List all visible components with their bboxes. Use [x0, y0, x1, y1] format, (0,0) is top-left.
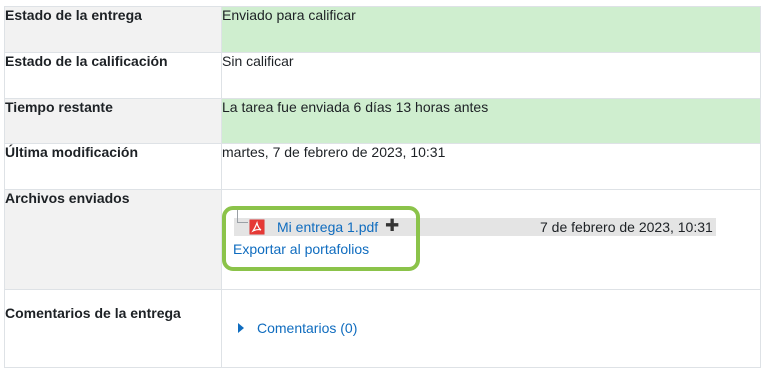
value-time-remaining: La tarea fue enviada 6 días 13 horas ant… [221, 98, 761, 144]
value-submission-comments: Comentarios (0) [221, 289, 761, 368]
row-time-remaining: Tiempo restante La tarea fue enviada 6 d… [4, 98, 761, 144]
comments-area: Comentarios (0) [222, 290, 760, 367]
row-submission-status: Estado de la entrega Enviado para califi… [4, 6, 761, 53]
caret-right-icon[interactable] [238, 323, 244, 333]
row-submitted-files: Archivos enviados Mi entrega 1.pdf ✚ 7 d… [4, 189, 761, 290]
value-grading-status: Sin calificar [221, 52, 761, 99]
label-time-remaining: Tiempo restante [4, 98, 222, 144]
label-grading-status: Estado de la calificación [4, 52, 222, 99]
value-submission-status: Enviado para calificar [221, 6, 761, 53]
row-grading-status: Estado de la calificación Sin calificar [4, 52, 761, 99]
plus-icon[interactable]: ✚ [385, 217, 399, 235]
row-last-modified: Última modificación martes, 7 de febrero… [4, 143, 761, 190]
comments-link[interactable]: Comentarios (0) [257, 319, 357, 337]
file-tree: Mi entrega 1.pdf ✚ 7 de febrero de 2023,… [222, 190, 760, 289]
row-submission-comments: Comentarios de la entrega Comentarios (0… [4, 289, 761, 368]
value-last-modified: martes, 7 de febrero de 2023, 10:31 [221, 143, 761, 190]
label-submission-comments: Comentarios de la entrega [4, 289, 222, 368]
export-portfolio-link[interactable]: Exportar al portafolios [233, 240, 369, 258]
file-date: 7 de febrero de 2023, 10:31 [540, 219, 713, 235]
label-submitted-files: Archivos enviados [4, 189, 222, 290]
label-submission-status: Estado de la entrega [4, 6, 222, 53]
submission-status-table: Estado de la entrega Enviado para califi… [4, 6, 761, 368]
tree-connector [237, 210, 248, 223]
submission-status-panel: Estado de la entrega Enviado para califi… [4, 6, 761, 368]
label-last-modified: Última modificación [4, 143, 222, 190]
value-submitted-files: Mi entrega 1.pdf ✚ 7 de febrero de 2023,… [221, 189, 761, 290]
pdf-icon [249, 219, 265, 235]
file-link[interactable]: Mi entrega 1.pdf [277, 218, 378, 236]
